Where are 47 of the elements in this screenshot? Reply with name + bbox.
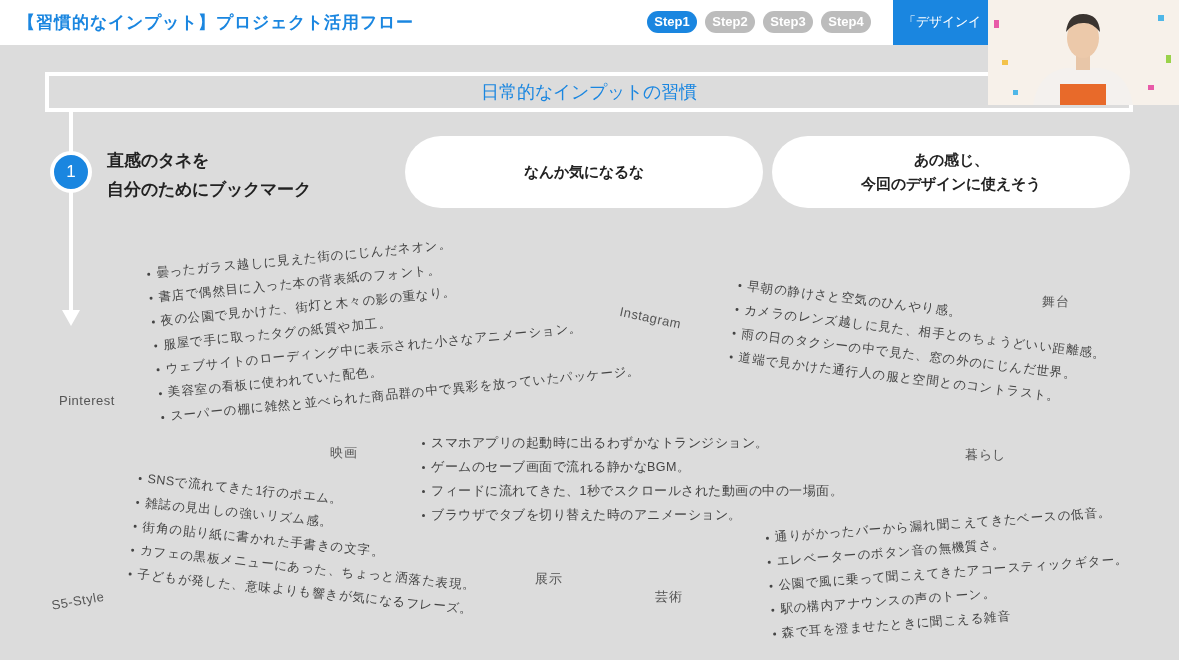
- bullet-icon: [133, 524, 137, 528]
- step-number-badge: 1: [50, 151, 92, 193]
- bullet-icon: [158, 391, 162, 395]
- bullet-icon: [156, 367, 160, 371]
- step-tab[interactable]: Step2: [705, 11, 755, 33]
- bullet-icon: [765, 536, 769, 540]
- inspiration-item: ブラウザでタブを切り替えた時のアニメーション。: [431, 506, 742, 524]
- bullet-icon: [161, 415, 165, 419]
- bullet-icon: [769, 584, 773, 588]
- bullet-icon: [131, 548, 135, 552]
- bullet-icon: [738, 283, 742, 287]
- bullet-icon: [138, 476, 142, 480]
- inspiration-item: フィードに流れてきた、1秒でスクロールされた動画の中の一場面。: [431, 482, 844, 500]
- bullet-icon: [154, 343, 158, 348]
- bullet-icon: [422, 489, 425, 493]
- bullet-icon: [773, 632, 777, 636]
- bullet-icon: [149, 296, 153, 300]
- bullet-icon: [732, 331, 736, 335]
- bullet-icon: [422, 441, 425, 445]
- bullet-icon: [422, 465, 425, 469]
- source-label: 芸術: [655, 588, 682, 606]
- bullet-icon: [128, 571, 132, 576]
- bullet-icon: [151, 319, 155, 324]
- bullet-icon: [735, 307, 739, 311]
- inspiration-item: ゲームのセーブ画面で流れる静かなBGM。: [431, 458, 691, 476]
- source-label: S5-Style: [50, 587, 106, 615]
- step-tab[interactable]: Step1: [647, 11, 697, 33]
- slide-title: 【習慣的なインプット】プロジェクト活用フロー: [18, 11, 414, 34]
- source-label: Pinterest: [59, 392, 115, 410]
- bullet-icon: [767, 560, 771, 564]
- source-label: 舞台: [1042, 293, 1069, 311]
- bullet-icon: [422, 513, 425, 517]
- cta-button[interactable]: 「デザインイ: [893, 0, 988, 45]
- bullet-icon: [136, 500, 140, 504]
- source-label: 展示: [535, 570, 562, 588]
- step-description: 直感のタネを 自分のためにブックマーク: [107, 150, 311, 201]
- speech-bubble: あの感じ、 今回のデザインに使えそう: [772, 136, 1130, 208]
- inspiration-item: スマホアプリの起動時に出るわずかなトランジション。: [431, 434, 769, 452]
- source-label: Instagram: [617, 302, 683, 334]
- bullet-icon: [729, 354, 733, 359]
- source-label: 暮らし: [965, 446, 1006, 464]
- speech-bubble: なんか気になるな: [405, 136, 763, 208]
- source-label: 映画: [330, 444, 357, 462]
- step-tab[interactable]: Step4: [821, 11, 871, 33]
- bullet-icon: [771, 608, 775, 612]
- bullet-icon: [147, 272, 151, 276]
- step-tab[interactable]: Step3: [763, 11, 813, 33]
